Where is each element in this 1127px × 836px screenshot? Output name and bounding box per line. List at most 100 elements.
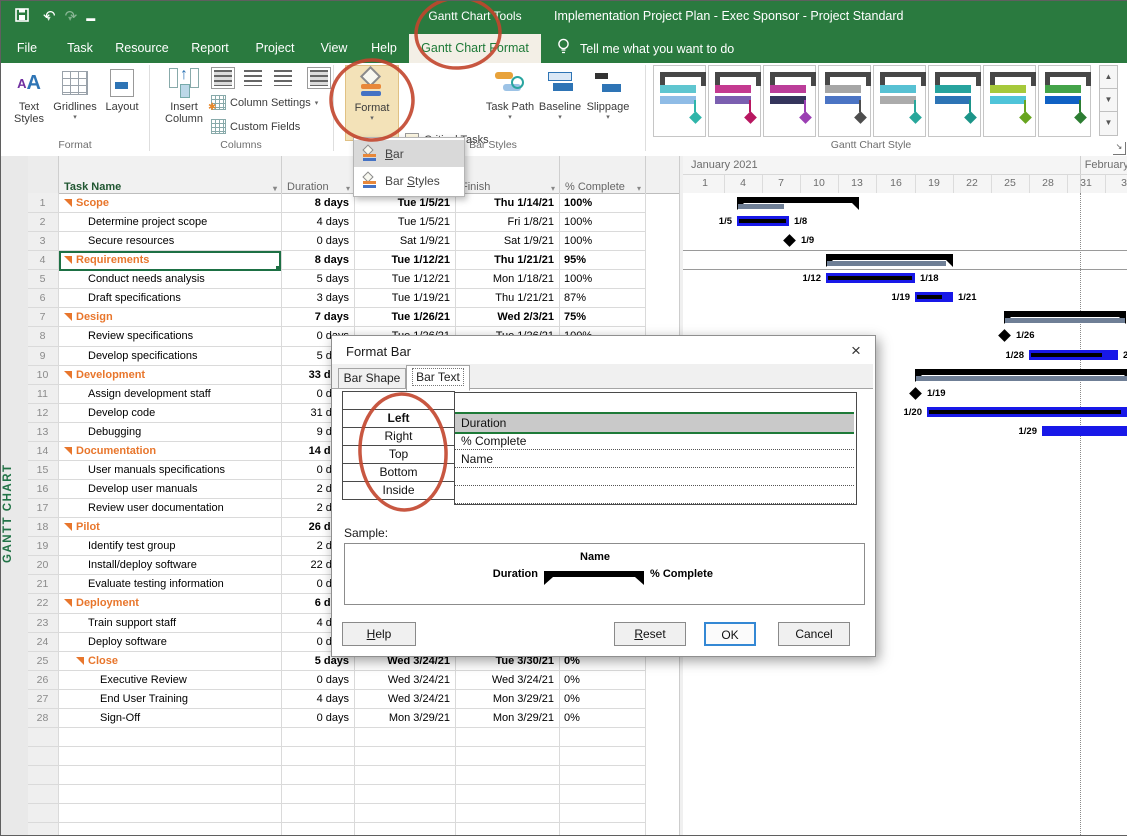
task-bar[interactable] — [927, 407, 1127, 417]
custom-fields-button[interactable]: Custom Fields — [211, 119, 300, 134]
task-name-cell[interactable]: Develop specifications — [58, 350, 309, 362]
finish-cell[interactable]: Thu 1/14/21 — [455, 197, 559, 209]
baseline-button[interactable]: Baseline ▾ — [537, 65, 583, 121]
summary-task-bar[interactable] — [1004, 311, 1126, 324]
gantt-style-thumbnail-1[interactable] — [653, 65, 706, 137]
pct-complete-cell[interactable]: 100% — [559, 197, 645, 209]
task-name-cell[interactable]: Install/deploy software — [58, 559, 309, 571]
task-name-cell[interactable]: Evaluate testing information — [58, 578, 309, 590]
gantt-style-thumbnail-7[interactable] — [983, 65, 1036, 137]
row-number[interactable]: 2 — [28, 216, 57, 228]
duration-cell[interactable]: 0 days — [281, 712, 354, 724]
row-number[interactable]: 17 — [28, 502, 57, 514]
duration-cell[interactable]: 8 days — [281, 254, 354, 266]
pct-complete-cell[interactable]: 0% — [559, 693, 645, 705]
layout-button[interactable]: Layout — [99, 65, 145, 113]
collapse-triangle-icon[interactable] — [64, 313, 72, 321]
pct-complete-cell[interactable]: 95% — [559, 254, 645, 266]
task-name-cell[interactable]: Deployment — [58, 597, 285, 609]
task-name-cell[interactable]: Development — [58, 369, 285, 381]
row-number[interactable]: 3 — [28, 235, 57, 247]
position-label-top[interactable]: Top — [342, 445, 455, 464]
help-button[interactable]: Help — [342, 622, 416, 646]
duration-cell[interactable]: 3 days — [281, 292, 354, 304]
start-cell[interactable]: Tue 1/26/21 — [354, 311, 455, 323]
gallery-more-button[interactable]: ▼ — [1099, 111, 1118, 136]
task-name-cell[interactable]: Design — [58, 311, 285, 323]
row-number[interactable]: 21 — [28, 578, 57, 590]
pct-complete-cell[interactable]: 87% — [559, 292, 645, 304]
dialog-launcher-icon[interactable]: ↘ — [1113, 142, 1126, 155]
finish-cell[interactable]: Mon 3/29/21 — [455, 693, 559, 705]
tab-view[interactable]: View — [309, 34, 359, 63]
slippage-button[interactable]: Slippage ▾ — [583, 65, 633, 121]
row-number[interactable]: 19 — [28, 540, 57, 552]
reset-button[interactable]: Reset — [614, 622, 686, 646]
row-number[interactable]: 8 — [28, 330, 57, 342]
start-cell[interactable]: Tue 1/5/21 — [354, 197, 455, 209]
summary-task-bar[interactable] — [826, 254, 953, 267]
duration-cell[interactable]: 4 days — [281, 693, 354, 705]
task-name-cell[interactable]: Debugging — [58, 426, 309, 438]
position-label-left[interactable]: Left — [342, 409, 455, 428]
task-name-cell[interactable]: Secure resources — [58, 235, 309, 247]
format-button[interactable]: Format ▾ — [345, 65, 399, 141]
task-name-cell[interactable]: Scope — [58, 197, 285, 209]
task-name-cell[interactable]: Determine project scope — [58, 216, 309, 228]
row-number[interactable]: 12 — [28, 407, 57, 419]
row-number[interactable]: 11 — [28, 388, 57, 400]
row-number[interactable]: 13 — [28, 426, 57, 438]
redo-icon[interactable]: ↷▾ — [65, 7, 73, 29]
finish-cell[interactable]: Thu 1/21/21 — [455, 292, 559, 304]
position-value-inside[interactable] — [455, 486, 854, 504]
pct-complete-cell[interactable]: 100% — [559, 216, 645, 228]
finish-cell[interactable]: Wed 3/24/21 — [455, 674, 559, 686]
summary-task-bar[interactable] — [737, 197, 859, 210]
task-name-cell[interactable]: Train support staff — [58, 617, 309, 629]
wrap-text-icon[interactable] — [307, 67, 331, 89]
gantt-style-thumbnail-5[interactable] — [873, 65, 926, 137]
selection-fill-handle[interactable] — [276, 266, 281, 271]
row-number[interactable]: 20 — [28, 559, 57, 571]
position-value-right[interactable]: % Complete — [455, 432, 854, 450]
duration-cell[interactable]: 5 days — [281, 273, 354, 285]
collapse-triangle-icon[interactable] — [64, 523, 72, 531]
row-number[interactable]: 24 — [28, 636, 57, 648]
align-center-icon[interactable] — [241, 67, 265, 89]
row-number[interactable]: 5 — [28, 273, 57, 285]
insert-column-button[interactable]: ↑ Insert Column — [161, 65, 207, 125]
tab-project[interactable]: Project — [243, 34, 307, 63]
collapse-triangle-icon[interactable] — [76, 657, 84, 665]
start-cell[interactable]: Tue 1/5/21 — [354, 216, 455, 228]
filter-chevron-icon[interactable]: ▾ — [273, 184, 281, 193]
task-bar[interactable] — [915, 292, 953, 302]
save-icon[interactable] — [15, 8, 29, 28]
row-number[interactable]: 1 — [28, 197, 57, 209]
task-name-cell[interactable]: Conduct needs analysis — [58, 273, 309, 285]
position-value-left[interactable]: Duration — [455, 412, 854, 434]
pct-complete-cell[interactable]: 0% — [559, 674, 645, 686]
pct-complete-cell[interactable]: 75% — [559, 311, 645, 323]
ok-button[interactable]: OK — [704, 622, 756, 646]
start-cell[interactable]: Wed 3/24/21 — [354, 674, 455, 686]
task-bar[interactable] — [737, 216, 789, 226]
task-name-cell[interactable]: Review user documentation — [58, 502, 309, 514]
row-number[interactable]: 23 — [28, 617, 57, 629]
task-bar[interactable] — [1029, 350, 1118, 360]
task-name-cell[interactable]: Identify test group — [58, 540, 309, 552]
milestone-diamond[interactable] — [998, 329, 1011, 342]
task-name-cell[interactable]: Assign development staff — [58, 388, 309, 400]
tab-file[interactable]: File — [3, 34, 51, 63]
finish-cell[interactable]: Fri 1/8/21 — [455, 216, 559, 228]
tab-resource[interactable]: Resource — [107, 34, 177, 63]
menu-item-bar-styles[interactable]: Bar Styles — [354, 167, 464, 194]
gantt-style-thumbnail-2[interactable] — [708, 65, 761, 137]
start-cell[interactable]: Wed 3/24/21 — [354, 693, 455, 705]
undo-icon[interactable]: ↶▾ — [43, 7, 51, 29]
start-cell[interactable]: Tue 1/19/21 — [354, 292, 455, 304]
gantt-style-thumbnail-8[interactable] — [1038, 65, 1091, 137]
duration-cell[interactable]: 4 days — [281, 216, 354, 228]
align-left-icon[interactable] — [211, 67, 235, 89]
task-name-cell[interactable]: Develop code — [58, 407, 309, 419]
duration-cell[interactable]: 7 days — [281, 311, 354, 323]
